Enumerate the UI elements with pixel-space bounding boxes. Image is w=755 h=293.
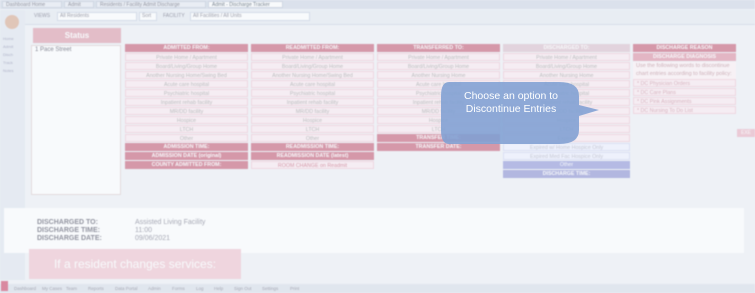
screen-overlay	[0, 0, 755, 293]
callout-bubble: Choose an option to Discontinue Entries	[441, 78, 601, 148]
callout-text: Choose an option to Discontinue Entries	[464, 90, 558, 115]
